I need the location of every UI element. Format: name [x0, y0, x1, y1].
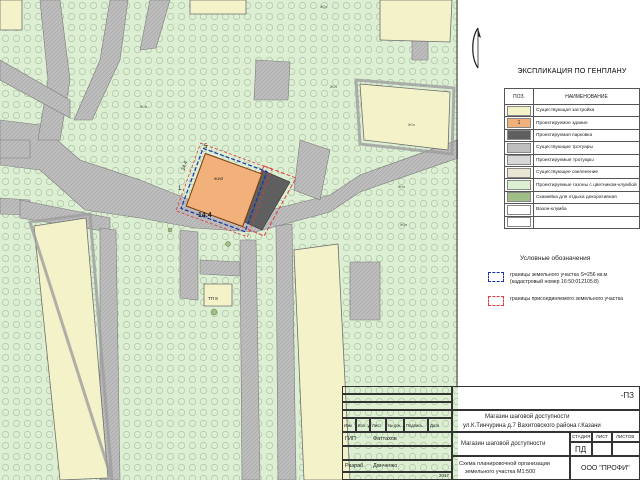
sheet-header: ЛИСТ [596, 434, 609, 439]
drawing-line2: земельного участка М1:500 [465, 469, 536, 475]
blue-boundary-text: границы земельного участка S=256 кв.м (к… [510, 272, 607, 286]
col-num-header: ПОЗ. [504, 88, 534, 105]
title-header-cell: Лист [372, 423, 382, 428]
legend-swatch [507, 167, 531, 178]
title-header-cell: Кол. уч [358, 423, 370, 428]
legend-item-name [533, 215, 640, 229]
title-header-cell: № док. [388, 423, 402, 428]
company-cell: ООО "ПРОФИ" [570, 456, 640, 480]
object-name-cell: Магазин шаговой доступности [452, 432, 570, 456]
svg-text:Ж/л: Ж/л [400, 222, 408, 227]
role-developer: Разраб. [345, 463, 365, 469]
explication-table: ПОЗ. НАИМЕНОВАНИЕ Существующая застройка… [504, 88, 640, 229]
title-header-cell: Изм [344, 423, 352, 428]
project-line2: ул.К.Тинчурина д.7 Вахитовского района г… [463, 423, 601, 429]
legend-swatch: 1 [507, 118, 531, 129]
blue-boundary-line1: границы земельного участка S=256 кв.м [510, 272, 608, 278]
title-header-cell: Подпись [406, 423, 423, 428]
legend-swatch [507, 105, 531, 116]
explication-row: Вазон-клумба [504, 203, 640, 217]
legend-swatch [507, 217, 531, 228]
svg-text:Ж/л: Ж/л [330, 84, 338, 89]
legend-swatch [507, 204, 531, 215]
name-gip: Фаттахов [373, 436, 397, 442]
sheets-header: ЛИСТОВ [616, 434, 635, 439]
object-name: Магазин шаговой доступности [461, 441, 546, 447]
project-title-cell: Магазин шаговой доступности ул.К.Тинчури… [452, 410, 640, 432]
svg-text:Ж/л: Ж/л [408, 122, 416, 127]
legend-item-name: Проектируемые тротуары [533, 153, 640, 167]
building-area-label: 14.4 [198, 212, 212, 219]
legend-item-name: Существующее озеленение [533, 165, 640, 180]
title-code: -ПЗ [452, 386, 640, 410]
legend-swatch [507, 155, 531, 166]
drawing-name-cell: Схема планировочной организации земельно… [452, 456, 570, 480]
doc-code: -ПЗ [620, 391, 634, 400]
explication-row: Проектируемая парковка [504, 128, 640, 143]
explication-title: ЭКСПЛИКАЦИЯ ПО ГЕНПЛАНУ [517, 68, 627, 75]
explication-row: Существующая застройка [504, 103, 640, 118]
north-arrow-icon [472, 27, 481, 69]
role-gip: ГИП [345, 436, 356, 442]
legend-item-name: Скамейка для отдыха декоративная [533, 190, 640, 205]
company-name: ООО "ПРОФИ" [581, 465, 630, 472]
legend-item-name: Существующие тротуары [533, 141, 640, 155]
svg-text:Ж/л: Ж/л [320, 4, 328, 9]
title-block: -ПЗ Изм Кол. учЛист № док. Подпись Дата Мага… [342, 386, 640, 480]
drawing-line1: Схема планировочной организации [459, 461, 550, 467]
svg-text:Ж/л: Ж/л [398, 184, 406, 189]
project-line1: Магазин шаговой доступности [485, 414, 570, 420]
blue-boundary-line2: (кадастровый номер 16:50:012105:8) [510, 279, 599, 285]
transformer-label: ТП 8 [208, 296, 218, 301]
building-number-top: 5 [204, 144, 208, 150]
col-name-header: НАИМЕНОВАНИЕ [533, 88, 640, 105]
legend-swatch [507, 192, 531, 203]
legend-item-name: Вазон-клумба [533, 203, 640, 217]
building-type-label: ЖИЛ [214, 176, 224, 181]
legend-item-name: Существующая застройка [533, 103, 640, 118]
year-label: 2017 [439, 473, 450, 478]
title-header-cell: Дата [430, 423, 440, 428]
legend-swatch [507, 180, 531, 191]
explication-row: Проектируемые газоны с цветником-клумбой [504, 178, 640, 192]
building-number-side: 1 [178, 186, 182, 192]
explication-row: Существующие тротуары [504, 141, 640, 155]
explication-row [504, 215, 640, 229]
explication-row: 1 Проектируемое здание [504, 116, 640, 130]
blue-boundary-swatch [488, 272, 504, 282]
svg-text:Ж/л: Ж/л [140, 104, 148, 109]
legend-item-name: Проектируемая парковка [533, 128, 640, 143]
legend-item-name: Проектируемые газоны с цветником-клумбой [533, 178, 640, 192]
name-developer: Данченко [373, 463, 398, 469]
explication-row: Скамейка для отдыха декоративная [504, 190, 640, 205]
red-boundary-text: границы присоединяемого земельного участ… [510, 296, 623, 302]
legend-item-name: Проектируемое здание [533, 116, 640, 130]
legend-swatch [507, 142, 531, 153]
stage-header: СТАДИЯ [572, 434, 591, 439]
legend-swatch [507, 130, 531, 141]
conditions-title: Условные обозначения [520, 255, 591, 262]
stage-value: ПД [575, 445, 587, 454]
red-boundary-swatch [488, 296, 504, 306]
explication-row: Проектируемые тротуары [504, 153, 640, 167]
explication-row: Существующее озеленение [504, 165, 640, 180]
